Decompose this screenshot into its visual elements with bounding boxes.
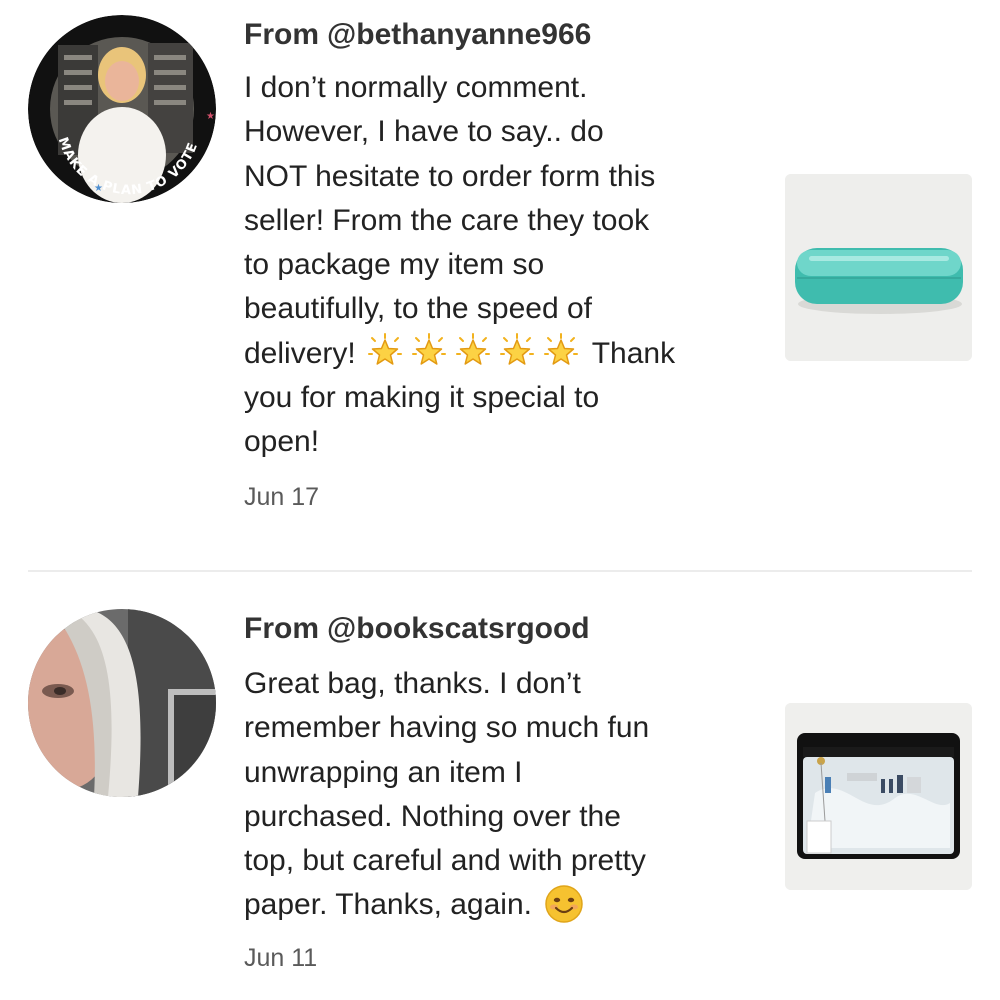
review-line: open! <box>244 425 320 459</box>
reviewer-username[interactable]: @bethanyanne966 <box>327 18 591 51</box>
review-date: Jun 11 <box>244 944 318 972</box>
review-line: purchased. Nothing over the <box>244 799 621 833</box>
from-label: From <box>244 612 319 645</box>
review-text: I don’t normally comment. However, I hav… <box>244 66 744 465</box>
glowing-star-icon <box>542 332 580 371</box>
review-line-with-stars: delivery! Thank <box>244 332 744 376</box>
svg-text:★: ★ <box>94 183 103 194</box>
review-line: remember having so much fun <box>244 711 650 745</box>
avatar-photo <box>28 609 216 797</box>
review-line: paper. Thanks, again. <box>244 888 532 922</box>
reviewer-avatar[interactable]: MAKE A PLAN TO VOTE ★ ★ <box>28 15 216 203</box>
review-line: I don’t normally comment. <box>244 71 588 104</box>
item-thumbnail[interactable] <box>785 703 972 890</box>
review-line: seller! From the care they took <box>244 203 650 237</box>
clear-zip-pouch-image <box>785 703 972 890</box>
review-author: From @bethanyanne966 <box>244 17 591 53</box>
smiling-face-icon <box>544 884 584 924</box>
review-author: From @bookscatsrgood <box>244 611 590 647</box>
review-line: NOT hesitate to order form this <box>244 159 656 193</box>
review-line: Thank <box>591 336 676 370</box>
review-line: beautifully, to the speed of <box>244 292 593 326</box>
teal-glasses-case-image <box>785 174 972 361</box>
review-item: MAKE A PLAN TO VOTE ★ ★ From @bethanyanne… <box>0 0 1000 570</box>
glowing-star-icon <box>410 332 448 371</box>
review-line: to package my item so <box>244 248 545 282</box>
review-date: Jun 17 <box>244 483 320 511</box>
reviewer-username[interactable]: @bookscatsrgood <box>327 612 590 645</box>
review-line: top, but careful and with pretty <box>244 844 646 878</box>
review-line-with-emoji: paper. Thanks, again. <box>244 883 744 927</box>
from-label: From <box>244 18 319 51</box>
review-line: Great bag, thanks. I don’t <box>244 667 581 700</box>
glowing-star-icon <box>498 332 536 371</box>
glowing-star-icon <box>366 332 404 371</box>
review-line: delivery! <box>244 336 356 370</box>
star-rating <box>366 332 586 376</box>
review-line: unwrapping an item I <box>244 755 523 789</box>
review-line: you for making it special to <box>244 381 600 415</box>
review-item: From @bookscatsrgood Great bag, thanks. I… <box>0 572 1000 1000</box>
avatar-photo: MAKE A PLAN TO VOTE ★ ★ <box>28 15 216 203</box>
svg-text:★: ★ <box>206 111 215 122</box>
review-text: Great bag, thanks. I don’t remember havi… <box>244 662 744 928</box>
review-line: However, I have to say.. do <box>244 115 604 149</box>
item-thumbnail[interactable] <box>785 174 972 361</box>
glowing-star-icon <box>454 332 492 371</box>
reviewer-avatar[interactable] <box>28 609 216 797</box>
